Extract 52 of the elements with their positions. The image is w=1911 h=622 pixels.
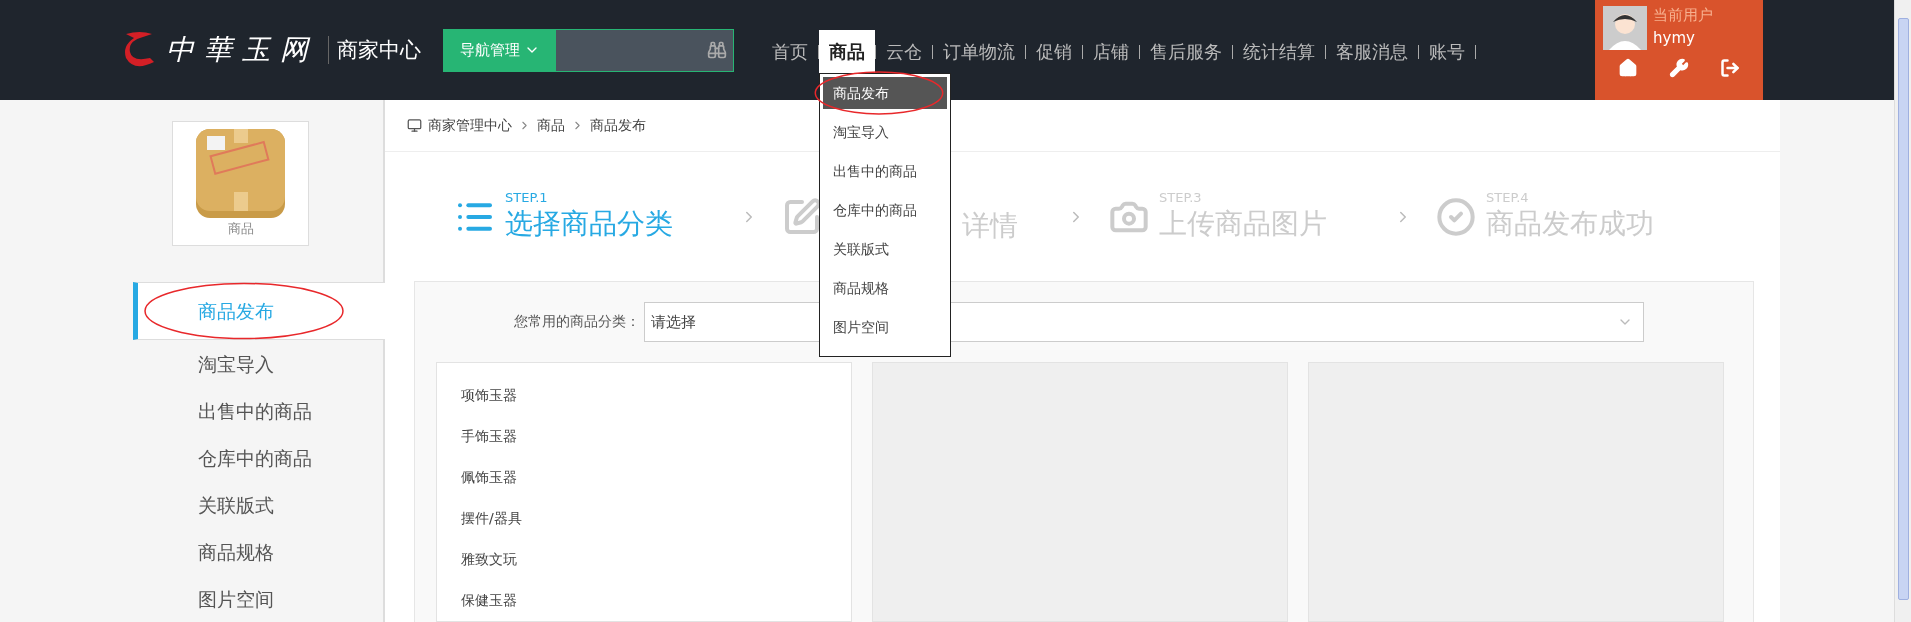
category-card[interactable]: 商品 (172, 121, 309, 246)
select-label: 您常用的商品分类： (514, 313, 640, 331)
avatar-icon (1603, 6, 1647, 50)
breadcrumb-link[interactable]: 商家管理中心 (428, 116, 512, 135)
step-title: 选择商品分类 (505, 206, 673, 243)
sidebar-item[interactable]: 出售中的商品 (133, 387, 385, 434)
dropdown-item[interactable]: 淘宝导入 (823, 116, 947, 148)
user-name: hymy (1653, 29, 1696, 47)
nav-tab[interactable]: 订单物流 (933, 30, 1025, 73)
sidebar-item[interactable]: 关联版式 (133, 481, 385, 528)
step-label: STEP.1 (505, 190, 549, 206)
category-item[interactable]: 雅致文玩 (437, 539, 851, 580)
scrollbar[interactable] (1894, 0, 1911, 622)
binoculars-icon[interactable] (707, 40, 727, 60)
dropdown-item[interactable]: 出售中的商品 (823, 155, 947, 187)
logo-subtitle: 商家中心 (328, 36, 421, 64)
nav-tab[interactable]: 店铺 (1083, 30, 1139, 73)
pencil-icon (782, 196, 822, 237)
home-icon[interactable] (1618, 58, 1639, 78)
dropdown-item[interactable]: 仓库中的商品 (823, 194, 947, 226)
dropdown-item[interactable]: 商品发布 (823, 77, 947, 109)
nav-tab[interactable]: 首页 (762, 30, 818, 73)
check-circle-icon (1436, 196, 1476, 237)
category-item[interactable]: 保健玉器 (437, 580, 851, 621)
dropdown-item[interactable]: 关联版式 (823, 233, 947, 265)
sidebar-item[interactable]: 淘宝导入 (133, 340, 385, 387)
category-item[interactable]: 摆件/器具 (437, 498, 851, 539)
nav-tab[interactable]: 售后服务 (1140, 30, 1232, 73)
monitor-icon (407, 118, 422, 134)
category-item[interactable]: 佩饰玉器 (437, 457, 851, 498)
nav-tab[interactable]: 账号 (1419, 30, 1475, 73)
dropdown-item[interactable]: 图片空间 (823, 311, 947, 343)
sidebar-item[interactable]: 商品规格 (133, 528, 385, 575)
sidebar-item[interactable]: 图片空间 (133, 575, 385, 622)
nav-tab[interactable]: 云仓 (876, 30, 932, 73)
logo-text: 中華玉网 (166, 32, 318, 68)
breadcrumb-link[interactable]: 商品发布 (590, 116, 646, 135)
category-item[interactable]: 项饰玉器 (437, 375, 851, 416)
wrench-icon[interactable] (1669, 58, 1689, 78)
breadcrumb-link[interactable]: 商品 (537, 116, 565, 135)
sidebar-item[interactable]: 仓库中的商品 (133, 434, 385, 481)
user-caption: 当前用户 (1653, 6, 1713, 25)
nav-tab[interactable]: 统计结算 (1233, 30, 1325, 73)
dropdown-item[interactable]: 商品规格 (823, 272, 947, 304)
package-icon (196, 129, 285, 218)
category-item[interactable]: 手饰玉器 (437, 416, 851, 457)
nav-tab[interactable]: 促销 (1026, 30, 1082, 73)
card-label: 商品 (227, 220, 254, 238)
nav-tab[interactable]: 商品 (819, 30, 875, 73)
nav-tab[interactable]: 客服消息 (1326, 30, 1418, 73)
search-field[interactable] (556, 28, 734, 72)
logout-icon[interactable] (1719, 58, 1740, 78)
